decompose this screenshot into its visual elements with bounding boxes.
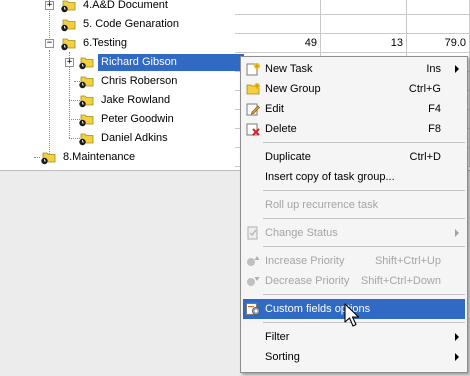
node-label: 6.Testing bbox=[83, 37, 128, 49]
increase-priority-icon bbox=[247, 256, 260, 266]
task-group-folder-icon bbox=[61, 0, 76, 13]
menu-item-label: Filter bbox=[265, 331, 290, 343]
person-folder-icon bbox=[79, 114, 94, 127]
person-folder-icon bbox=[79, 76, 94, 89]
person-folder-icon bbox=[79, 133, 94, 146]
menu-item-label: Change Status bbox=[265, 227, 338, 239]
menu-item-sorting[interactable]: Sorting bbox=[243, 347, 465, 367]
menu-item-label: New Group bbox=[265, 83, 321, 95]
menu-separator bbox=[263, 190, 465, 191]
menu-item-label: New Task bbox=[265, 63, 313, 75]
menu-item-shortcut: Shift+Ctrl+Down bbox=[360, 275, 441, 287]
menu-item-label: Increase Priority bbox=[265, 255, 345, 267]
node-label: Richard Gibson bbox=[98, 54, 244, 71]
menu-item-shortcut: F8 bbox=[428, 123, 441, 135]
menu-item-insert-copy[interactable]: Insert copy of task group... bbox=[243, 167, 465, 187]
cell bbox=[235, 0, 321, 15]
node-label: Peter Goodwin bbox=[101, 113, 174, 125]
node-label: Daniel Adkins bbox=[101, 132, 168, 144]
mouse-pointer-icon bbox=[344, 303, 360, 327]
cell bbox=[321, 0, 407, 15]
menu-separator bbox=[263, 142, 465, 143]
menu-item-shortcut: Ins bbox=[426, 63, 441, 75]
expand-toggle[interactable]: + bbox=[65, 58, 74, 67]
cell: 13 bbox=[321, 34, 407, 53]
edit-icon bbox=[246, 103, 260, 116]
menu-item-shortcut: F4 bbox=[428, 103, 441, 115]
menu-item-label: Duplicate bbox=[265, 151, 311, 163]
menu-item-increase-priority[interactable]: Increase Priority Shift+Ctrl+Up bbox=[243, 251, 465, 271]
menu-item-shortcut: Shift+Ctrl+Up bbox=[374, 255, 441, 267]
person-folder-icon bbox=[79, 57, 94, 70]
submenu-arrow-icon bbox=[455, 65, 459, 73]
menu-item-delete[interactable]: Delete F8 bbox=[243, 119, 465, 139]
menu-item-label: Decrease Priority bbox=[265, 275, 350, 287]
new-group-icon bbox=[246, 83, 260, 95]
person-folder-icon bbox=[79, 95, 94, 108]
submenu-arrow-icon bbox=[455, 353, 459, 361]
menu-item-label: Insert copy of task group... bbox=[265, 171, 395, 183]
submenu-arrow-icon bbox=[455, 333, 459, 341]
node-label: Jake Rowland bbox=[101, 94, 171, 106]
menu-item-shortcut: Ctrl+G bbox=[408, 83, 441, 95]
cell: 49 bbox=[235, 34, 321, 53]
node-label: 8.Maintenance bbox=[63, 151, 136, 163]
menu-item-label: Edit bbox=[265, 103, 284, 115]
node-label: Chris Roberson bbox=[101, 75, 178, 87]
menu-item-filter[interactable]: Filter bbox=[243, 327, 465, 347]
expand-toggle[interactable]: + bbox=[45, 1, 54, 10]
task-group-folder-icon bbox=[41, 152, 56, 165]
cell: 79.0 bbox=[407, 34, 470, 53]
menu-item-label: Sorting bbox=[265, 351, 300, 363]
menu-item-label: Roll up recurrence task bbox=[265, 199, 379, 211]
menu-separator bbox=[263, 294, 465, 295]
menu-item-edit[interactable]: Edit F4 bbox=[243, 99, 465, 119]
custom-fields-icon bbox=[246, 303, 260, 315]
cell bbox=[407, 15, 470, 34]
collapse-toggle[interactable]: − bbox=[45, 39, 54, 48]
menu-item-roll-up-recurrence[interactable]: Roll up recurrence task bbox=[243, 195, 465, 215]
menu-item-change-status[interactable]: Change Status bbox=[243, 223, 465, 243]
task-group-folder-icon bbox=[61, 38, 76, 51]
menu-separator bbox=[263, 218, 465, 219]
delete-icon bbox=[246, 123, 260, 136]
cell bbox=[235, 15, 321, 34]
task-group-folder-icon bbox=[61, 19, 76, 32]
node-label: 5. Code Genaration bbox=[83, 18, 180, 30]
submenu-arrow-icon bbox=[455, 229, 459, 237]
menu-item-decrease-priority[interactable]: Decrease Priority Shift+Ctrl+Down bbox=[243, 271, 465, 291]
node-label: 4.A&D Document bbox=[83, 0, 168, 11]
new-task-icon bbox=[246, 63, 260, 76]
decrease-priority-icon bbox=[247, 277, 260, 286]
cell bbox=[321, 15, 407, 34]
menu-item-new-task[interactable]: New Task Ins bbox=[243, 59, 465, 79]
menu-separator bbox=[263, 246, 465, 247]
change-status-icon bbox=[247, 226, 258, 240]
cell bbox=[407, 0, 470, 15]
menu-item-shortcut: Ctrl+D bbox=[409, 151, 441, 163]
menu-item-new-group[interactable]: New Group Ctrl+G bbox=[243, 79, 465, 99]
menu-item-label: Delete bbox=[265, 123, 297, 135]
menu-item-duplicate[interactable]: Duplicate Ctrl+D bbox=[243, 147, 465, 167]
